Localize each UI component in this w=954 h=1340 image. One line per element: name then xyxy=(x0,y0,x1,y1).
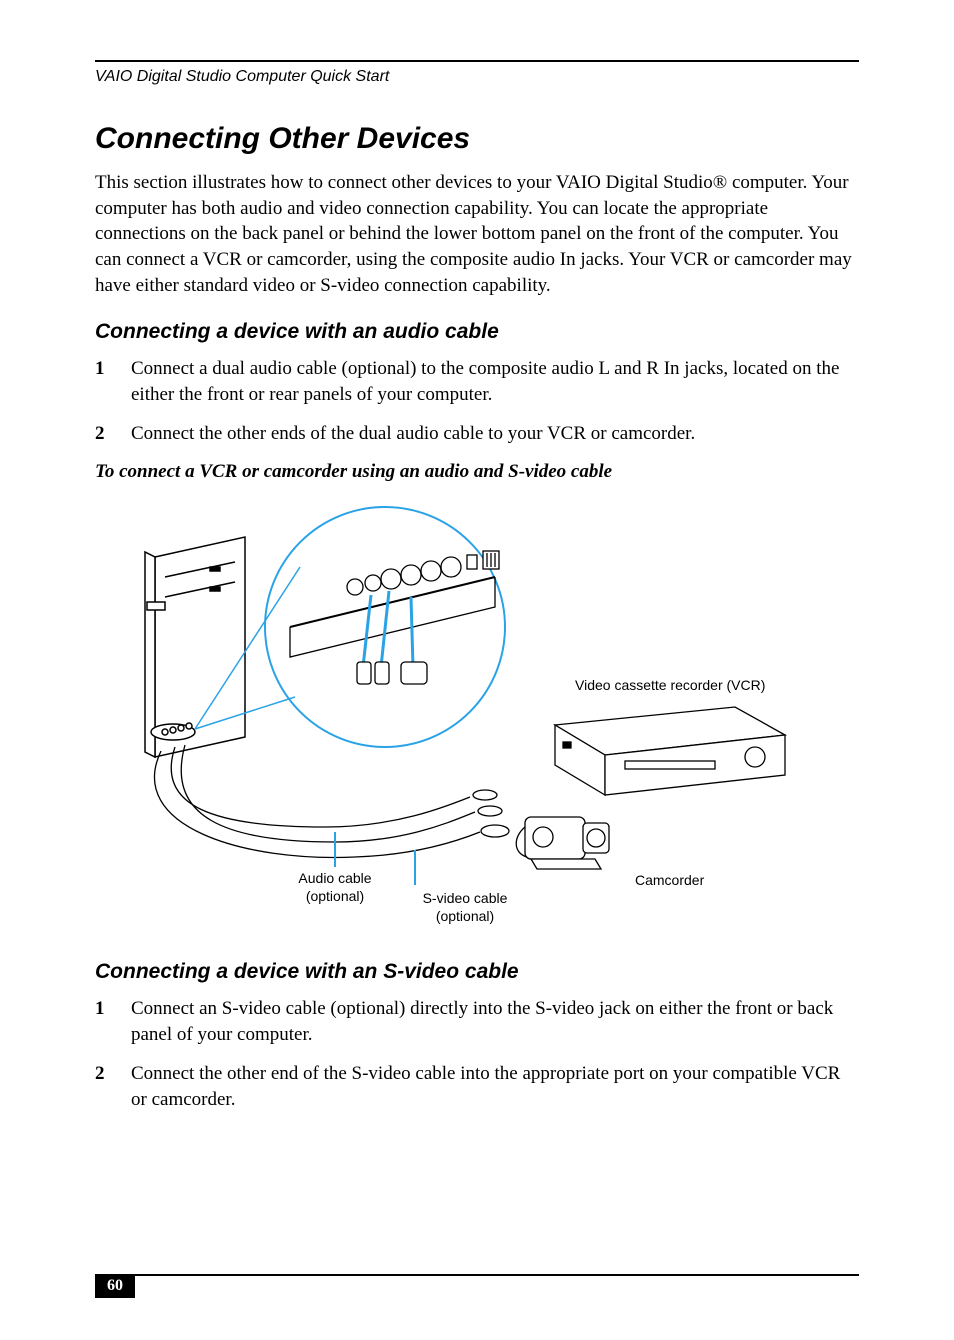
audio-step-1: 1 Connect a dual audio cable (optional) … xyxy=(95,356,859,407)
figure-label-vcr: Video cassette recorder (VCR) xyxy=(575,677,765,695)
figure-label-line: (optional) xyxy=(436,908,494,924)
step-number: 2 xyxy=(95,421,131,447)
step-text: Connect an S-video cable (optional) dire… xyxy=(131,996,859,1047)
figure-label-svideo-cable: S-video cable (optional) xyxy=(405,890,525,925)
step-text: Connect the other end of the S-video cab… xyxy=(131,1061,859,1112)
section-audio-heading: Connecting a device with an audio cable xyxy=(95,320,859,344)
figure-label-line: S-video cable xyxy=(423,890,508,906)
step-number: 1 xyxy=(95,356,131,407)
vcr-icon xyxy=(555,707,785,795)
bottom-rule xyxy=(95,1274,859,1276)
camcorder-icon xyxy=(516,817,609,869)
page-title: Connecting Other Devices xyxy=(95,122,859,156)
page: VAIO Digital Studio Computer Quick Start… xyxy=(0,0,954,1340)
figure-label-camcorder: Camcorder xyxy=(635,872,704,890)
footer: 60 xyxy=(95,1274,859,1300)
step-text: Connect the other ends of the dual audio… xyxy=(131,421,859,447)
figure-title: To connect a VCR or camcorder using an a… xyxy=(95,461,859,483)
running-head: VAIO Digital Studio Computer Quick Start xyxy=(95,68,859,86)
audio-step-2: 2 Connect the other ends of the dual aud… xyxy=(95,421,859,447)
svideo-step-1: 1 Connect an S-video cable (optional) di… xyxy=(95,996,859,1047)
page-number: 60 xyxy=(95,1274,135,1298)
diagram-svg xyxy=(95,497,855,927)
figure-label-audio-cable: Audio cable (optional) xyxy=(275,870,395,905)
connection-diagram: Video cassette recorder (VCR) Camcorder … xyxy=(95,497,859,942)
step-number: 2 xyxy=(95,1061,131,1112)
svideo-step-2: 2 Connect the other end of the S-video c… xyxy=(95,1061,859,1112)
figure-label-line: Audio cable xyxy=(298,870,371,886)
figure-label-line: (optional) xyxy=(306,888,364,904)
intro-paragraph: This section illustrates how to connect … xyxy=(95,170,859,298)
computer-tower-icon xyxy=(145,537,245,757)
top-rule xyxy=(95,60,859,62)
step-text: Connect a dual audio cable (optional) to… xyxy=(131,356,859,407)
step-number: 1 xyxy=(95,996,131,1047)
cables-icon xyxy=(154,745,509,857)
section-svideo-heading: Connecting a device with an S-video cabl… xyxy=(95,960,859,984)
